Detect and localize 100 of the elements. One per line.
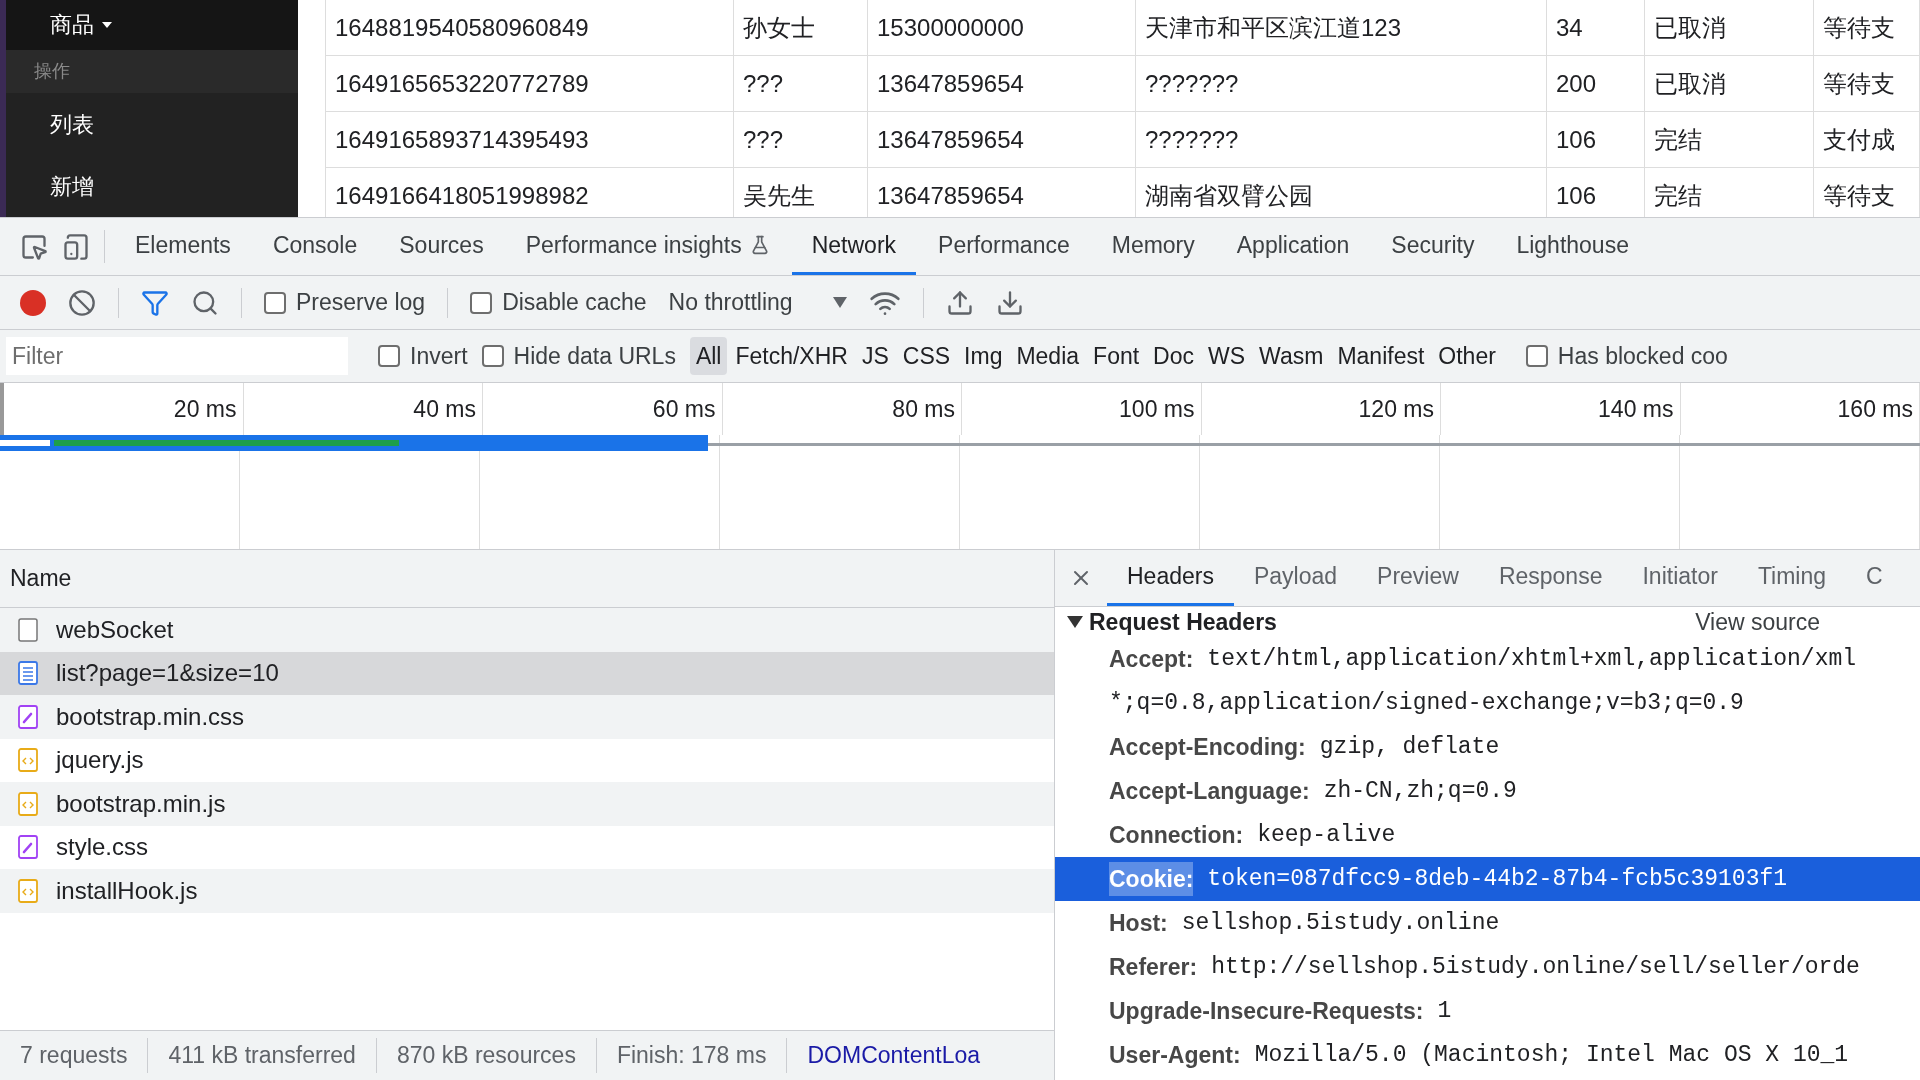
- type-filter[interactable]: Other: [1432, 337, 1502, 375]
- devtools-tab[interactable]: Lighthouse: [1496, 218, 1649, 275]
- header-row[interactable]: Upgrade-Insecure-Requests: 1: [1055, 989, 1920, 1033]
- filter-icon[interactable]: [141, 288, 169, 317]
- checkbox[interactable]: [264, 291, 286, 314]
- checkbox[interactable]: [378, 345, 400, 367]
- type-filter[interactable]: All: [689, 337, 728, 375]
- type-filter[interactable]: Doc: [1147, 337, 1200, 375]
- column-header[interactable]: Name: [0, 550, 1054, 608]
- request-row[interactable]: webSocket: [0, 608, 1054, 652]
- view-source-link[interactable]: View source: [1695, 607, 1820, 640]
- devtools-tab[interactable]: Console: [252, 218, 378, 275]
- details-tab[interactable]: Timing: [1737, 550, 1847, 606]
- devtools-tab[interactable]: Elements: [115, 218, 251, 275]
- import-icon[interactable]: [945, 288, 974, 317]
- type-filter[interactable]: Fetch/XHR: [729, 337, 854, 375]
- checkbox[interactable]: [1525, 345, 1548, 367]
- checkbox[interactable]: [481, 345, 504, 367]
- export-icon[interactable]: [995, 288, 1024, 317]
- type-filter[interactable]: Img: [958, 337, 1009, 375]
- time-tick: 80 ms: [892, 394, 955, 424]
- table-cell: ???: [734, 56, 868, 111]
- header-row[interactable]: User-Agent: Mozilla/5.0 (Macintosh; Intel Mac OS X 10_1: [1055, 1033, 1920, 1077]
- checkbox-label: Invert: [410, 341, 468, 371]
- sidebar-dropdown[interactable]: 商品: [6, 0, 298, 50]
- checkbox[interactable]: [470, 291, 493, 314]
- details-tab[interactable]: Response: [1478, 550, 1623, 606]
- header-value: *;q=0.8,application/signed-exchange;v=b3;q=0.9: [1109, 688, 1744, 718]
- pencil-file-icon: [18, 704, 38, 729]
- details-tab[interactable]: Headers: [1107, 550, 1234, 606]
- devtools-tab[interactable]: Sources: [379, 218, 504, 275]
- header-row[interactable]: Cookie: token=087dfcc9-8deb-44b2-87b4-fcb5c39103f1: [1055, 857, 1920, 901]
- details-tab[interactable]: Preview: [1357, 550, 1479, 606]
- table-cell: 1649165653220772789: [326, 56, 734, 111]
- devtools-tab[interactable]: Performance insights: [505, 218, 790, 275]
- document-icon: [18, 661, 38, 686]
- section-header[interactable]: Request Headers: [1067, 607, 1277, 640]
- expand-triangle-icon: [1067, 616, 1083, 628]
- details-tab[interactable]: C: [1846, 550, 1903, 606]
- header-name: User-Agent:: [1109, 1040, 1241, 1070]
- type-filter[interactable]: CSS: [896, 337, 957, 375]
- header-row[interactable]: Host: sellshop.5istudy.online: [1055, 901, 1920, 945]
- header-name: Connection:: [1109, 820, 1244, 850]
- devtools-tab[interactable]: Memory: [1091, 218, 1215, 275]
- sidebar-item[interactable]: 列表: [6, 93, 298, 155]
- checkbox-label: Has blocked coo: [1557, 341, 1728, 371]
- request-name: bootstrap.min.css: [56, 701, 245, 732]
- device-toolbar-icon[interactable]: [62, 232, 90, 261]
- table-cell: ???????: [1136, 112, 1547, 167]
- checkbox-label: Disable cache: [502, 288, 647, 318]
- time-tick: 40 ms: [413, 394, 476, 424]
- table-cell: 200: [1547, 56, 1645, 111]
- header-row[interactable]: Referer: http://sellshop.5istudy.online/sell/seller/orde: [1055, 945, 1920, 989]
- request-row[interactable]: bootstrap.min.js: [0, 782, 1054, 826]
- devtools-tab[interactable]: Performance: [918, 218, 1090, 275]
- table-cell: 已取消: [1645, 0, 1814, 55]
- type-filter[interactable]: Media: [1010, 337, 1086, 375]
- checkbox-label: Hide data URLs: [513, 341, 676, 371]
- request-name: style.css: [56, 832, 148, 863]
- header-row[interactable]: Accept: text/html,application/xhtml+xml,application/xml: [1055, 637, 1920, 681]
- time-tick: 60 ms: [652, 394, 716, 424]
- filter-field[interactable]: Filter: [6, 337, 348, 375]
- details-tab[interactable]: Initiator: [1622, 550, 1738, 606]
- details-tab[interactable]: Payload: [1233, 550, 1358, 606]
- table-cell: 15300000000: [868, 0, 1136, 55]
- header-row[interactable]: Accept-Encoding: gzip, deflate: [1055, 725, 1920, 769]
- type-filter[interactable]: Font: [1087, 337, 1146, 375]
- status-link[interactable]: DOMContentLoa: [787, 1038, 1001, 1073]
- file-icon: [18, 617, 38, 642]
- type-filter[interactable]: Manifest: [1331, 337, 1431, 375]
- header-name: Upgrade-Insecure-Requests:: [1109, 996, 1424, 1026]
- table-cell: 天津市和平区滨江道123: [1136, 0, 1547, 55]
- header-name: Referer:: [1109, 952, 1198, 982]
- devtools-tab[interactable]: Application: [1216, 218, 1370, 275]
- table-cell: 1649165893714395493: [326, 112, 734, 167]
- table-cell: 34: [1547, 0, 1645, 55]
- table-cell: 1648819540580960849: [326, 0, 734, 55]
- header-row[interactable]: Accept-Language: zh-CN,zh;q=0.9: [1055, 769, 1920, 813]
- header-value: Mozilla/5.0 (Macintosh; Intel Mac OS X 10_1: [1254, 1040, 1849, 1070]
- header-name: Accept:: [1109, 644, 1194, 674]
- type-filter[interactable]: JS: [855, 337, 895, 375]
- devtools-tab[interactable]: Security: [1371, 218, 1495, 275]
- header-row[interactable]: Connection: keep-alive: [1055, 813, 1920, 857]
- sidebar-item[interactable]: 新增: [6, 155, 298, 217]
- request-row[interactable]: bootstrap.min.css: [0, 695, 1054, 739]
- status-text: 411 kB transferred: [148, 1038, 377, 1073]
- inspect-icon[interactable]: [20, 232, 48, 261]
- search-icon[interactable]: [191, 288, 219, 317]
- request-name: list?page=1&size=10: [56, 658, 279, 689]
- request-row[interactable]: installHook.js: [0, 869, 1054, 913]
- request-row[interactable]: list?page=1&size=10: [0, 651, 1054, 695]
- type-filter[interactable]: WS: [1202, 337, 1252, 375]
- record-button[interactable]: [20, 289, 46, 316]
- type-filter[interactable]: Wasm: [1253, 337, 1330, 375]
- pencil-file-icon: [18, 835, 38, 860]
- clear-icon[interactable]: [68, 288, 96, 317]
- request-name: installHook.js: [56, 875, 198, 906]
- table-cell: ???: [734, 112, 868, 167]
- throttling-dropdown[interactable]: No throttling: [668, 285, 847, 320]
- table-cell: 支付成: [1814, 112, 1920, 167]
